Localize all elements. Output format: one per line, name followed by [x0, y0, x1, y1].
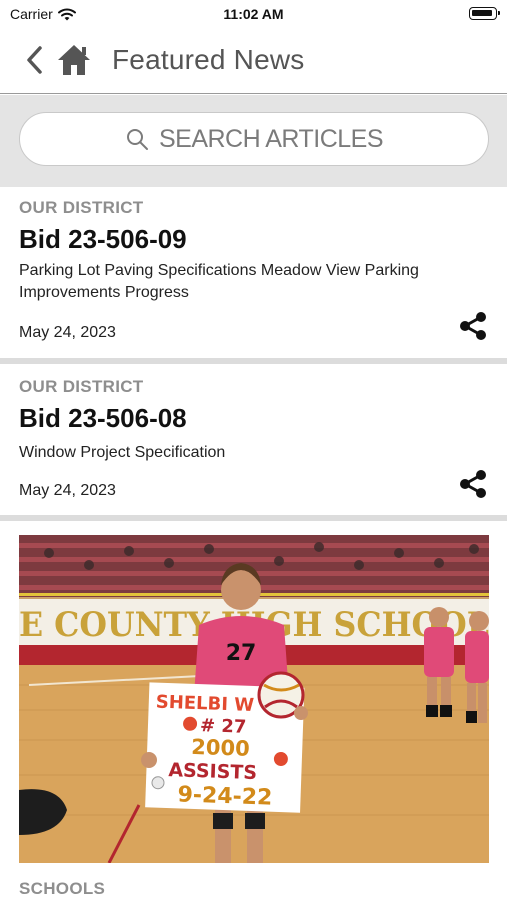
article-title[interactable]: Bid 23-506-08	[19, 403, 187, 434]
status-bar: Carrier 11:02 AM	[0, 0, 507, 28]
jersey-number: 27	[226, 641, 257, 666]
home-button[interactable]	[56, 43, 92, 77]
search-input[interactable]: SEARCH ARTICLES	[19, 112, 489, 166]
article-card[interactable]: OUR DISTRICT Bid 23-506-09 Parking Lot P…	[0, 187, 507, 358]
volleyball-photo: E COUNTY HIGH SCHOOL	[19, 535, 489, 863]
article-category: OUR DISTRICT	[19, 198, 144, 217]
article-card[interactable]: OUR DISTRICT Bid 23-506-08 Window Projec…	[0, 364, 507, 515]
share-icon	[460, 312, 486, 340]
article-photo[interactable]: E COUNTY HIGH SCHOOL	[19, 535, 489, 863]
search-placeholder: SEARCH ARTICLES	[158, 124, 384, 153]
back-button[interactable]	[22, 44, 48, 76]
article-description: Window Project Specification	[19, 444, 226, 461]
article-description: Parking Lot Paving Specifications Meadow…	[19, 262, 419, 301]
nav-header: Featured News	[0, 28, 507, 94]
status-time: 11:02 AM	[223, 6, 284, 22]
poster-line-4: ASSISTS	[168, 759, 257, 784]
poster-line-3: 2000	[191, 735, 250, 761]
share-icon	[460, 470, 486, 498]
page-title: Featured News	[112, 44, 305, 75]
article-category: SCHOOLS	[19, 879, 106, 898]
search-area: SEARCH ARTICLES	[0, 95, 507, 187]
share-button[interactable]	[457, 468, 489, 500]
article-date: May 24, 2023	[19, 482, 116, 499]
battery-icon	[469, 7, 500, 20]
poster-line-1: SHELBI W	[155, 692, 254, 716]
article-category: OUR DISTRICT	[19, 377, 144, 396]
share-button[interactable]	[457, 310, 489, 342]
poster-line-2: # 27	[200, 715, 247, 738]
home-icon	[58, 45, 90, 75]
article-title[interactable]: Bid 23-506-09	[19, 224, 187, 255]
poster-line-5: 9-24-22	[177, 782, 273, 810]
search-icon	[126, 129, 148, 150]
back-chevron-icon	[27, 46, 42, 74]
article-date: May 24, 2023	[19, 324, 116, 341]
